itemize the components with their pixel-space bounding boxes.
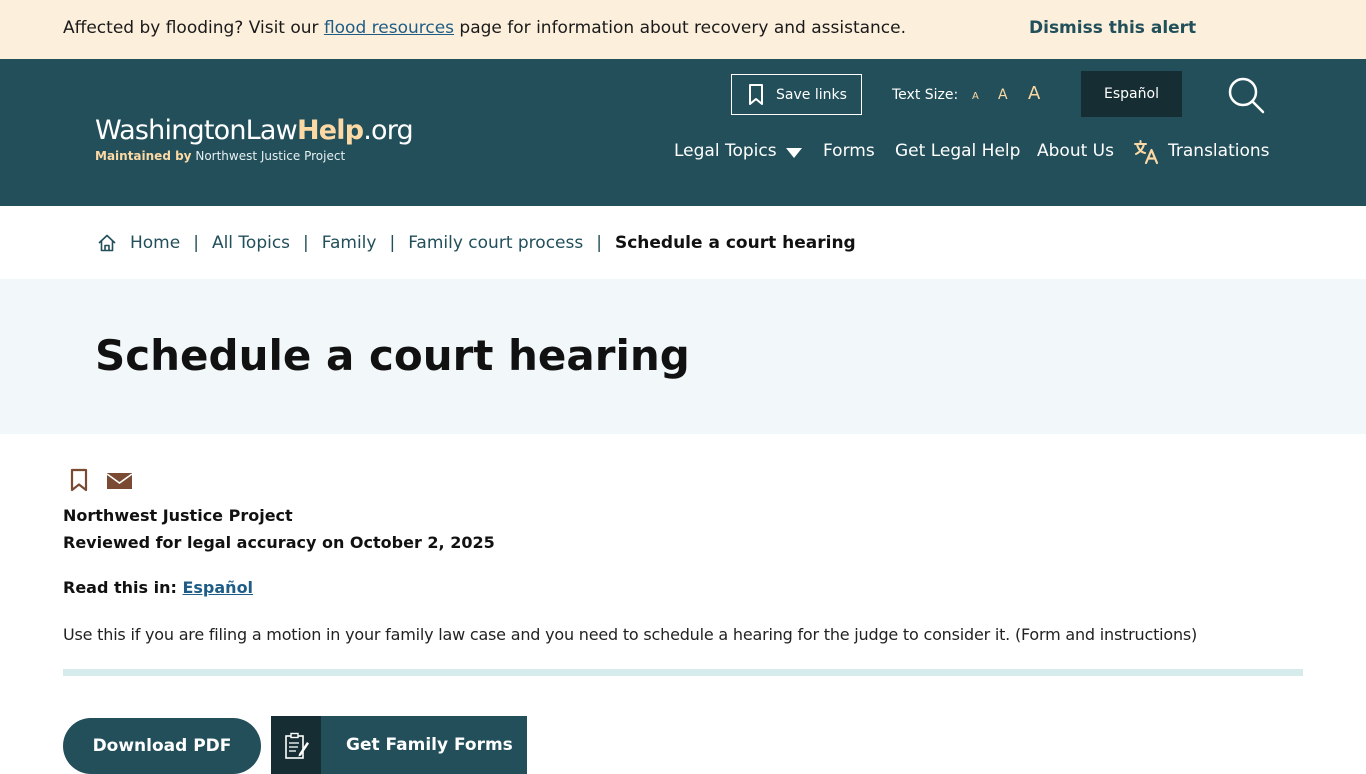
nav-about-us[interactable]: About Us — [1037, 141, 1114, 161]
text-size-small-button[interactable]: A — [972, 91, 979, 102]
get-family-forms-button[interactable]: Get Family Forms — [271, 716, 527, 774]
review-date: Reviewed for legal accuracy on October 2… — [63, 533, 495, 552]
nav-legal-topics[interactable]: Legal Topics — [674, 141, 777, 161]
home-icon[interactable] — [97, 233, 117, 253]
article-author: Northwest Justice Project — [63, 506, 293, 525]
breadcrumb-home[interactable]: Home — [130, 233, 180, 253]
save-links-button[interactable]: Save links — [731, 74, 862, 115]
nav-get-legal-help[interactable]: Get Legal Help — [895, 141, 1020, 161]
text-size-label: Text Size: — [892, 87, 959, 103]
espanol-button[interactable]: Español — [1081, 71, 1182, 117]
breadcrumb-family-court-process[interactable]: Family court process — [408, 233, 583, 253]
read-in-label: Read this in: — [63, 578, 177, 597]
nav-forms[interactable]: Forms — [823, 141, 875, 161]
dismiss-alert-button[interactable]: Dismiss this alert — [1029, 18, 1196, 38]
logo-maintained-by: Maintained by — [95, 149, 192, 163]
chevron-down-icon[interactable] — [786, 148, 802, 158]
mail-icon[interactable] — [106, 471, 133, 491]
logo-text-help: Help — [296, 115, 364, 146]
forms-icon-box — [271, 716, 321, 774]
section-divider — [63, 669, 1303, 676]
bookmark-icon[interactable] — [69, 468, 89, 492]
get-family-forms-label: Get Family Forms — [346, 735, 513, 755]
alert-text-after: page for information about recovery and … — [454, 18, 907, 38]
page-summary: Use this if you are filing a motion in y… — [63, 625, 1198, 644]
site-header: WashingtonLawHelp.org Maintained by Nort… — [0, 59, 1366, 206]
download-pdf-button[interactable]: Download PDF — [63, 718, 261, 774]
search-icon — [1228, 77, 1265, 114]
read-in-espanol-link[interactable]: Español — [182, 578, 253, 597]
logo-text-tld: .org — [363, 115, 413, 146]
clipboard-icon — [285, 732, 309, 759]
text-size-large-button[interactable]: A — [1028, 83, 1040, 104]
breadcrumb-separator: | — [193, 233, 199, 253]
alert-text-before: Affected by flooding? Visit our — [63, 18, 324, 38]
breadcrumb-separator: | — [389, 233, 396, 253]
logo-tagline: Maintained by Northwest Justice Project — [95, 149, 413, 163]
logo-org-name: Northwest Justice Project — [195, 149, 346, 163]
page-title-band: Schedule a court hearing — [0, 279, 1366, 434]
page-title: Schedule a court hearing — [95, 331, 690, 380]
breadcrumb-current: Schedule a court hearing — [614, 233, 856, 253]
nav-translations[interactable]: Translations — [1168, 141, 1270, 161]
alert-message: Affected by flooding? Visit our flood re… — [63, 18, 906, 38]
breadcrumb: Home | All Topics | Family | Family cour… — [97, 231, 856, 255]
search-button[interactable] — [1226, 75, 1266, 115]
alert-bar: Affected by flooding? Visit our flood re… — [0, 0, 1366, 59]
breadcrumb-family[interactable]: Family — [322, 233, 377, 253]
logo-text-main: WashingtonLaw — [95, 115, 298, 146]
bookmark-icon — [749, 83, 763, 105]
text-size-medium-button[interactable]: A — [998, 87, 1008, 103]
site-logo[interactable]: WashingtonLawHelp.org Maintained by Nort… — [95, 115, 414, 163]
breadcrumb-all-topics[interactable]: All Topics — [212, 233, 290, 253]
translate-icon[interactable] — [1133, 139, 1159, 165]
logo-wordmark: WashingtonLawHelp.org — [95, 115, 414, 147]
read-in-language: Read this in: Español — [63, 578, 253, 597]
breadcrumb-separator: | — [596, 233, 602, 253]
breadcrumb-separator: | — [303, 233, 309, 253]
save-links-label: Save links — [776, 86, 847, 103]
flood-resources-link[interactable]: flood resources — [324, 18, 454, 38]
